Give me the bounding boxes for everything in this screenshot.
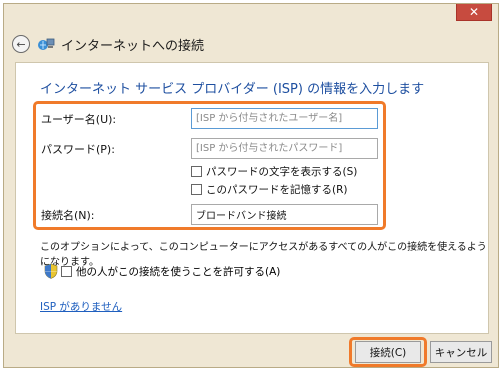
back-button[interactable]: ←	[12, 35, 30, 53]
remember-password-option[interactable]: このパスワードを記憶する(R)	[191, 182, 348, 197]
window-title: インターネットへの接続	[61, 38, 205, 54]
connect-button-label: 接続(C)	[369, 346, 407, 359]
nav-bar: ← インターネットへの接続	[8, 30, 204, 58]
network-connection-icon	[38, 38, 55, 50]
cancel-button-label: キャンセル	[434, 346, 488, 359]
username-label: ユーザー名(U):	[41, 112, 117, 126]
password-row: パスワード(P):	[41, 138, 378, 159]
cancel-button[interactable]: キャンセル	[430, 341, 492, 363]
dialog-window: ✕ ← インターネットへの接続 インターネット サービス プロバイダー (ISP…	[3, 3, 499, 368]
allow-others-option[interactable]: 他の人がこの接続を使うことを許可する(A)	[44, 263, 280, 279]
remember-password-checkbox[interactable]	[191, 184, 202, 195]
connection-name-label: 接続名(N):	[41, 208, 95, 222]
connection-name-input[interactable]	[191, 204, 378, 225]
no-isp-link[interactable]: ISP がありません	[40, 299, 122, 314]
allow-others-checkbox[interactable]	[61, 265, 72, 277]
remember-password-label: このパスワードを記憶する(R)	[206, 184, 348, 196]
show-password-label: パスワードの文字を表示する(S)	[206, 166, 358, 178]
username-row: ユーザー名(U):	[41, 108, 378, 129]
uac-shield-icon	[44, 263, 58, 279]
back-arrow-icon: ←	[16, 37, 26, 51]
title-bar: ✕	[4, 4, 498, 28]
allow-others-label: 他の人がこの接続を使うことを許可する(A)	[76, 265, 281, 278]
connect-button[interactable]: 接続(C)	[355, 341, 421, 363]
connection-name-row: 接続名(N):	[41, 204, 378, 225]
password-label: パスワード(P):	[41, 142, 115, 156]
page-heading: インターネット サービス プロバイダー (ISP) の情報を入力します	[40, 82, 425, 97]
password-input[interactable]	[191, 138, 378, 159]
show-password-checkbox[interactable]	[191, 166, 202, 177]
close-button[interactable]: ✕	[456, 4, 492, 21]
content-panel: インターネット サービス プロバイダー (ISP) の情報を入力します ユーザー…	[15, 62, 489, 334]
close-icon: ✕	[468, 5, 480, 19]
show-password-option[interactable]: パスワードの文字を表示する(S)	[191, 164, 357, 179]
username-input[interactable]	[191, 108, 378, 129]
